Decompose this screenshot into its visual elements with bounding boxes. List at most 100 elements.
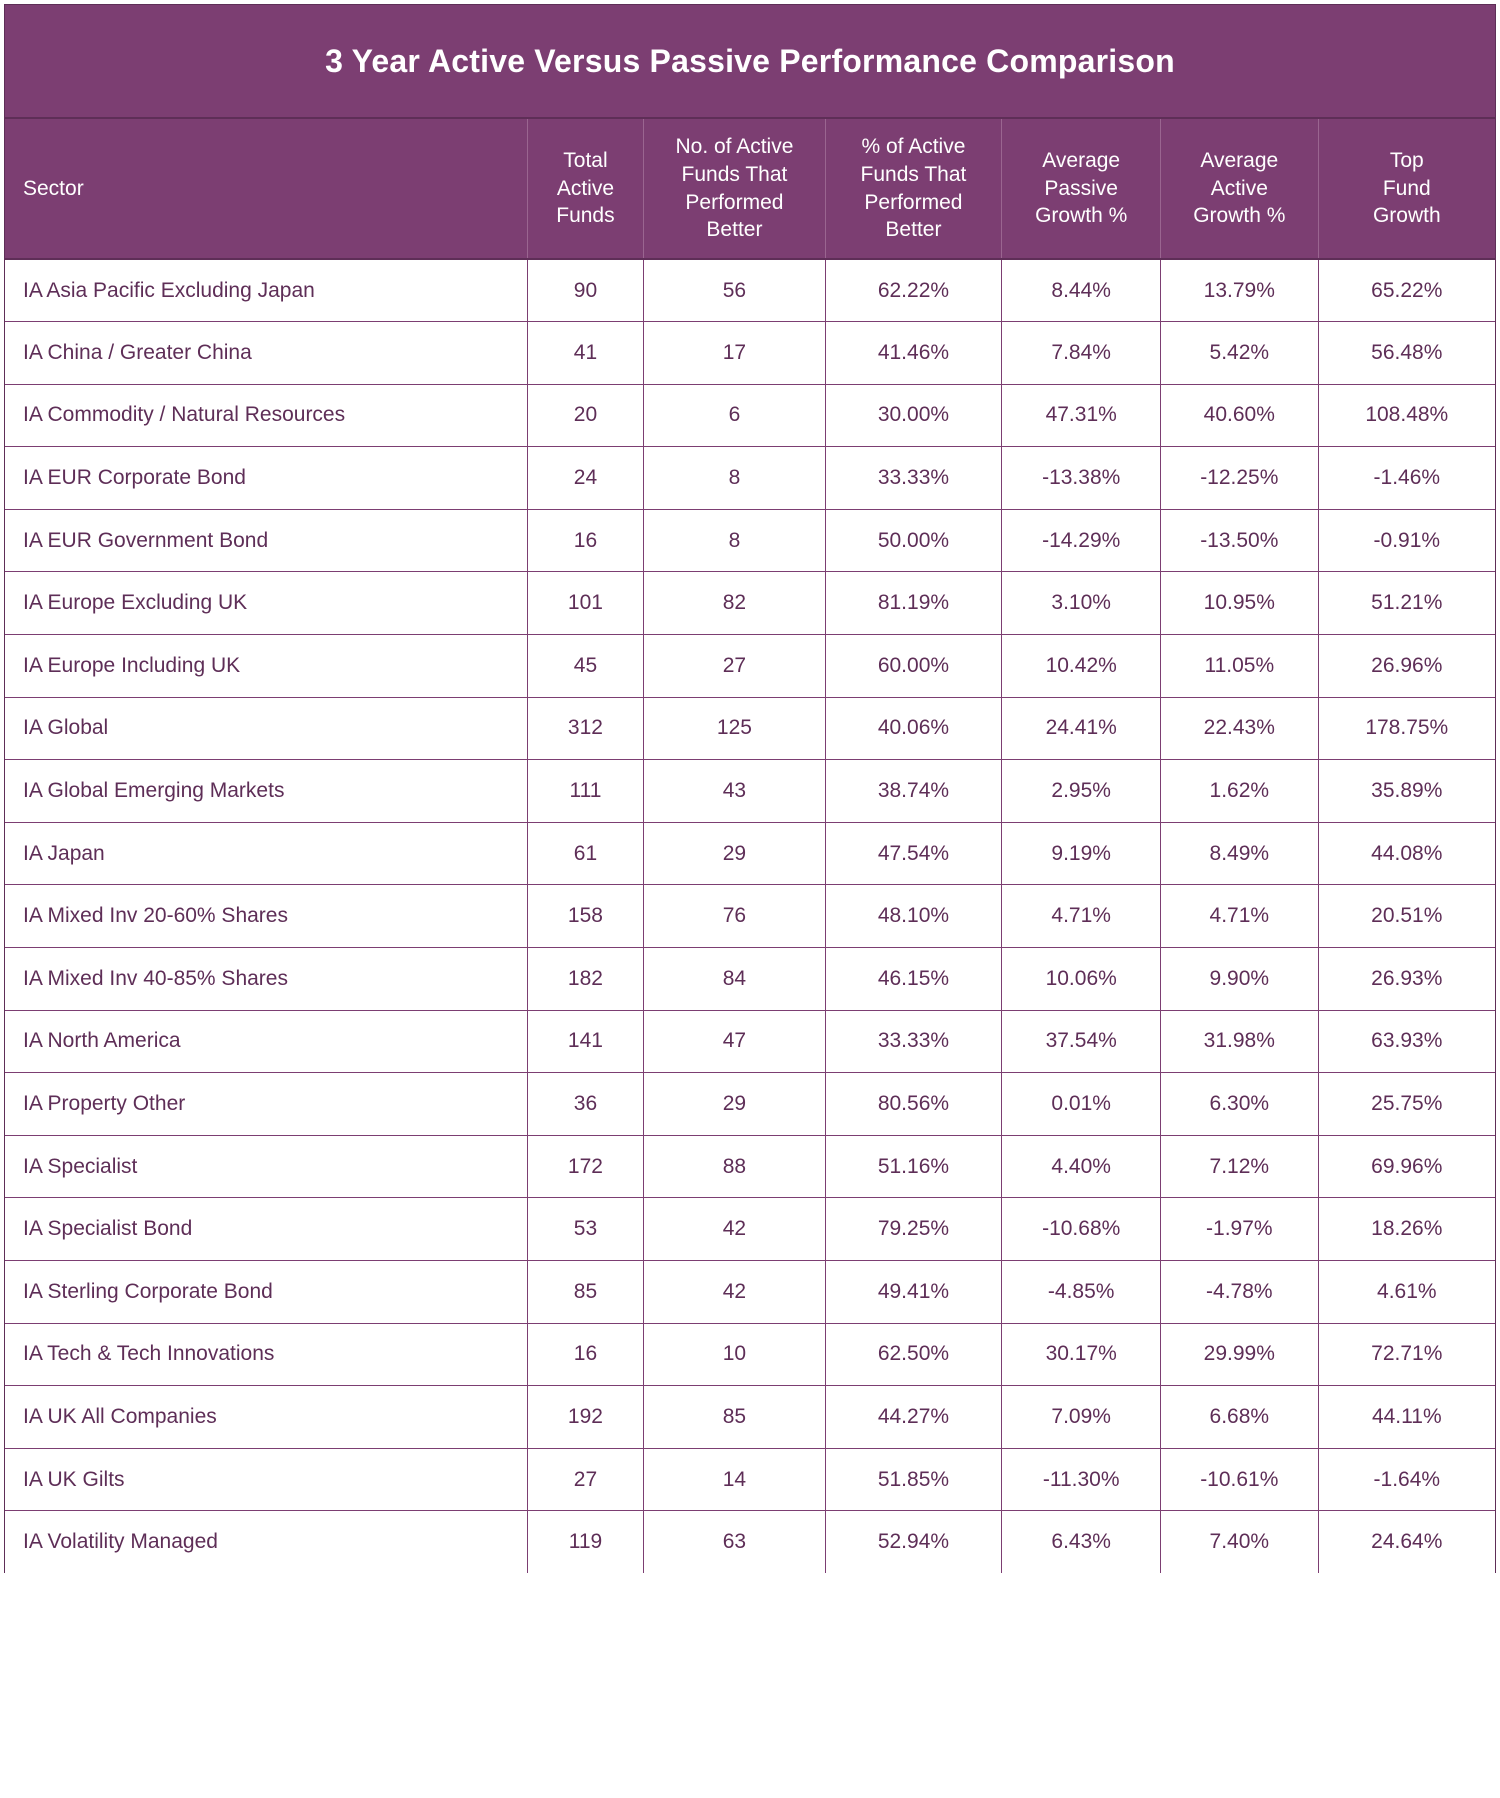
table-row[interactable]: IA EUR Corporate Bond 24 8 33.33% -13.38% -12… [5,446,1495,510]
cell-sector: IA Mixed Inv 40-85% Shares [5,947,528,1011]
cell-value: 42 [643,1260,826,1324]
column-header-line: Average [1200,148,1279,172]
cell-value: 24.64% [1318,1510,1495,1574]
cell-value: -11.30% [1001,1448,1162,1512]
cell-sector: IA EUR Corporate Bond [5,446,528,510]
cell-value: 46.15% [825,947,1003,1011]
table-row[interactable]: IA UK Gilts 27 14 51.85% -11.30% -10.61% -1.64… [5,1448,1495,1512]
cell-value: 10 [643,1323,826,1387]
cell-value: 26.93% [1318,947,1495,1011]
cell-value: 10.95% [1160,571,1319,636]
cell-value: 30.17% [1001,1323,1162,1387]
cell-value: 45 [527,634,645,698]
cell-value: -12.25% [1160,446,1319,510]
column-header-line: Total [563,148,608,172]
cell-sector: IA Property Other [5,1072,528,1136]
cell-value: 1.62% [1160,759,1319,823]
table-row[interactable]: IA North America 141 47 33.33% 37.54% 31.98% 6… [5,1010,1495,1074]
cell-value: 16 [527,509,645,573]
cell-value: 27 [643,634,826,698]
cell-value: 6 [643,384,826,448]
cell-value: 29.99% [1160,1323,1319,1387]
table-row[interactable]: IA UK All Companies 192 85 44.27% 7.09% 6.68%… [5,1385,1495,1449]
cell-value: 20 [527,384,645,448]
table-row[interactable]: IA Europe Including UK 45 27 60.00% 10.42% 11… [5,634,1495,698]
cell-value: 4.61% [1318,1260,1495,1324]
column-header-average-passive-growth[interactable]: Average Passive Growth % [1001,119,1162,260]
cell-value: 38.74% [825,759,1003,823]
cell-sector: IA Europe Including UK [5,634,528,698]
cell-value: 8.49% [1160,822,1319,886]
cell-value: -4.85% [1001,1260,1162,1324]
cell-value: 8 [643,509,826,573]
cell-sector: IA North America [5,1010,528,1074]
cell-value: 41 [527,321,645,385]
table-row[interactable]: IA Specialist 172 88 51.16% 4.40% 7.12% 69.96% [5,1135,1495,1199]
table-row[interactable]: IA Mixed Inv 40-85% Shares 182 84 46.15% 10.… [5,947,1495,1011]
cell-value: 84 [643,947,826,1011]
cell-value: 31.98% [1160,1010,1319,1074]
cell-value: 22.43% [1160,697,1319,761]
cell-value: 4.40% [1001,1135,1162,1199]
cell-value: 44.11% [1318,1385,1495,1449]
column-header-pct-active-funds-better[interactable]: % of Active Funds That Performed Better [825,119,1003,260]
cell-value: -14.29% [1001,509,1162,573]
cell-value: -1.46% [1318,446,1495,510]
cell-value: 13.79% [1160,259,1319,323]
cell-value: 62.22% [825,259,1003,323]
cell-value: 3.10% [1001,571,1162,636]
column-header-sector[interactable]: Sector [5,119,528,260]
column-header-line: % of Active [861,134,966,158]
cell-value: 11.05% [1160,634,1319,698]
cell-sector: IA Mixed Inv 20-60% Shares [5,884,528,949]
cell-value: 9.19% [1001,822,1162,886]
performance-comparison-table: 3 Year Active Versus Passive Performance… [4,4,1496,1574]
cell-sector: IA Volatility Managed [5,1510,528,1574]
cell-value: 47.54% [825,822,1003,886]
table-row[interactable]: IA Asia Pacific Excluding Japan 90 56 62.22… [5,259,1495,323]
table-row[interactable]: IA Property Other 36 29 80.56% 0.01% 6.30% 25.… [5,1072,1495,1136]
table-header-row-group: Sector Total Active Funds No. of Active … [5,119,1495,260]
table-row[interactable]: IA Global 312 125 40.06% 24.41% 22.43% 178.75% [5,697,1495,761]
cell-value: 5.42% [1160,321,1319,385]
cell-value: 44.08% [1318,822,1495,886]
column-header-no-active-funds-better[interactable]: No. of Active Funds That Performed Bette… [643,119,826,260]
cell-value: 24.41% [1001,697,1162,761]
cell-value: 63.93% [1318,1010,1495,1074]
table-row[interactable]: IA Global Emerging Markets 111 43 38.74% 2.9… [5,759,1495,823]
cell-value: 101 [527,571,645,636]
cell-sector: IA Global [5,697,528,761]
cell-value: 79.25% [825,1197,1003,1261]
cell-value: 36 [527,1072,645,1136]
cell-value: -4.78% [1160,1260,1319,1324]
table-row[interactable]: IA Sterling Corporate Bond 85 42 49.41% -4.8… [5,1260,1495,1324]
cell-value: 69.96% [1318,1135,1495,1199]
cell-sector: IA Global Emerging Markets [5,759,528,823]
table-body: IA Asia Pacific Excluding Japan 90 56 62.22… [5,259,1495,1574]
table-row[interactable]: IA Commodity / Natural Resources 20 6 30.00… [5,384,1495,448]
cell-value: 43 [643,759,826,823]
table-row[interactable]: IA Specialist Bond 53 42 79.25% -10.68% -1.97… [5,1197,1495,1261]
table-row[interactable]: IA Volatility Managed 119 63 52.94% 6.43% 7.4… [5,1510,1495,1574]
table-row[interactable]: IA Europe Excluding UK 101 82 81.19% 3.10% 10… [5,571,1495,636]
cell-value: 40.60% [1160,384,1319,448]
column-header-average-active-growth[interactable]: Average Active Growth % [1160,119,1319,260]
cell-sector: IA Specialist [5,1135,528,1199]
cell-value: 51.21% [1318,571,1495,636]
column-header-top-fund-growth[interactable]: Top Fund Growth [1318,119,1495,260]
cell-value: 30.00% [825,384,1003,448]
cell-sector: IA China / Greater China [5,321,528,385]
table-row[interactable]: IA Tech & Tech Innovations 16 10 62.50% 30.1… [5,1323,1495,1387]
column-header-line: Growth % [1193,204,1286,228]
table-row[interactable]: IA China / Greater China 41 17 41.46% 7.84% 5… [5,321,1495,385]
cell-value: 81.19% [825,571,1003,636]
table-row[interactable]: IA Japan 61 29 47.54% 9.19% 8.49% 44.08% [5,822,1495,886]
cell-value: 65.22% [1318,259,1495,323]
column-header-total-active-funds[interactable]: Total Active Funds [527,119,645,260]
table-row[interactable]: IA EUR Government Bond 16 8 50.00% -14.29% -1… [5,509,1495,573]
table-row[interactable]: IA Mixed Inv 20-60% Shares 158 76 48.10% 4.7… [5,884,1495,949]
cell-value: 6.68% [1160,1385,1319,1449]
column-header-line: Funds That [860,162,967,186]
column-header-line: No. of Active [675,134,794,158]
cell-value: -1.97% [1160,1197,1319,1261]
